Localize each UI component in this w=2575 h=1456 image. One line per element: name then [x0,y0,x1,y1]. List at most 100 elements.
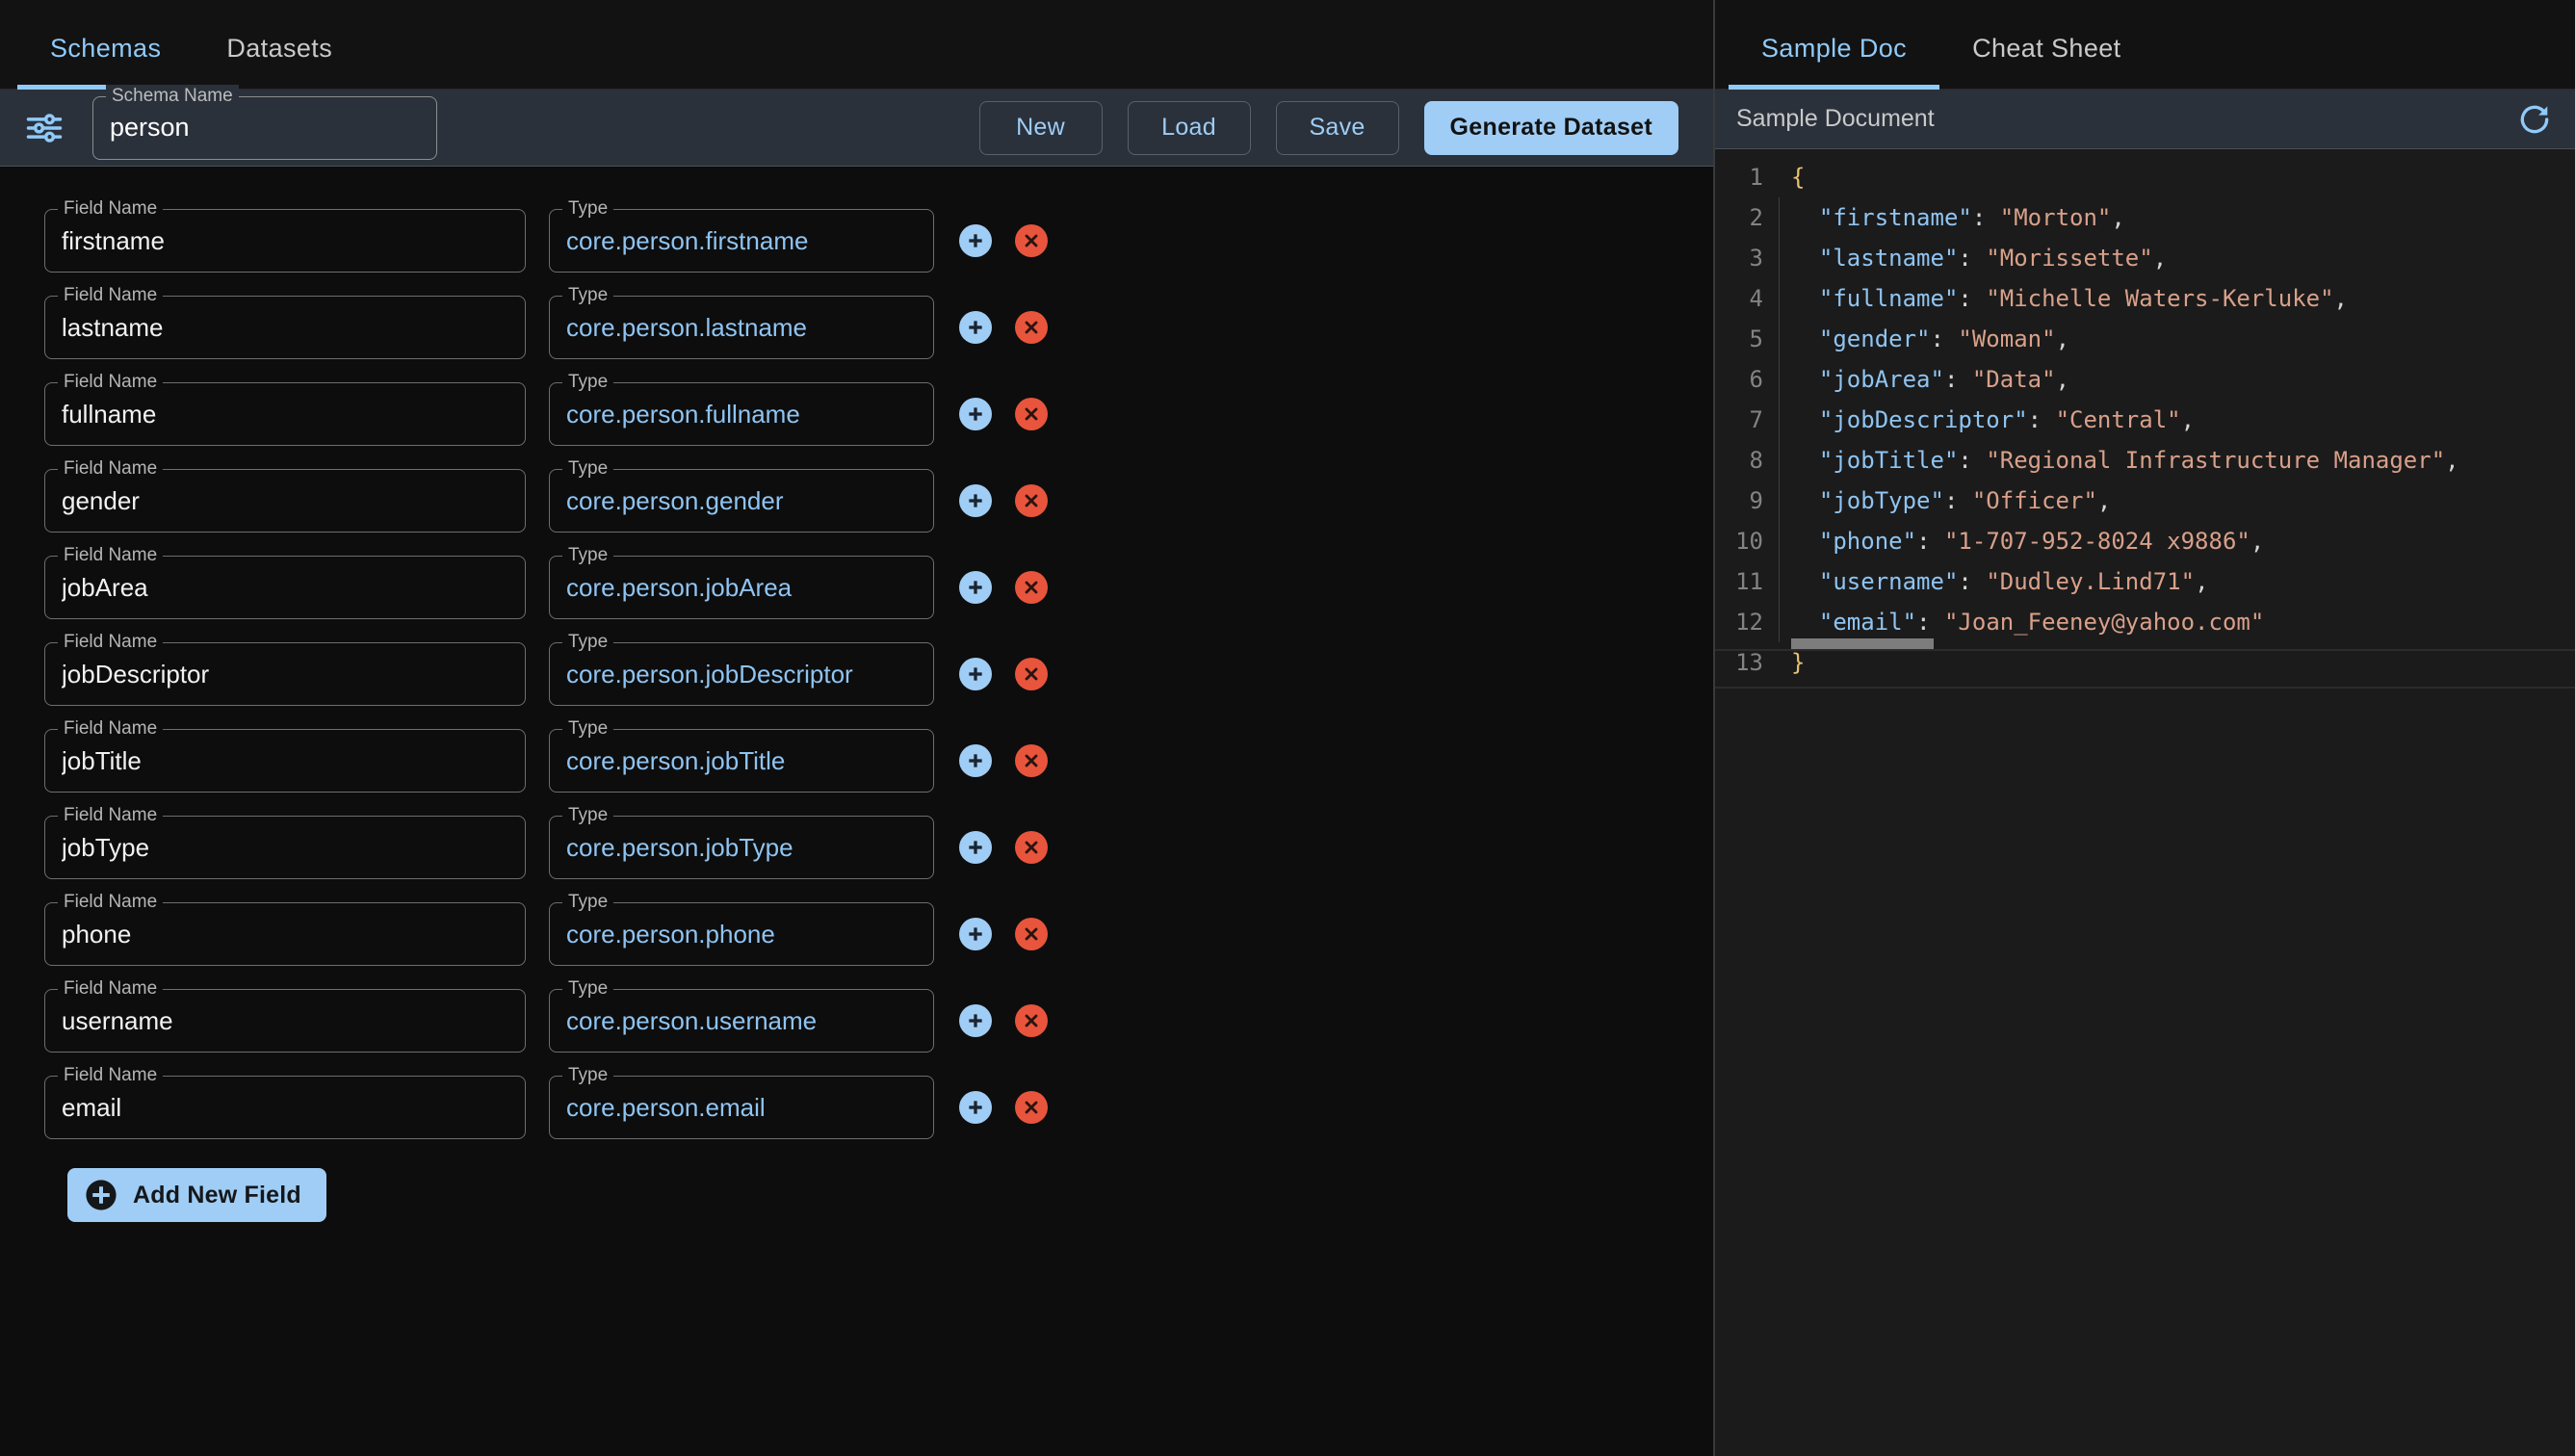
code-token: } [1791,649,1806,676]
field-name-input[interactable] [44,729,526,793]
field-name-input[interactable] [44,642,526,706]
field-type-input[interactable] [549,469,934,533]
add-field-button[interactable] [959,311,992,344]
add-field-button[interactable] [959,224,992,257]
field-name-field: Field Name [44,717,526,793]
code-token: "1-707-952-8024 x9886" [1943,528,2250,555]
add-field-button[interactable] [959,918,992,950]
close-icon [1022,924,1041,944]
field-name-input[interactable] [44,469,526,533]
code-token: : [1958,568,1987,595]
remove-field-button[interactable] [1015,398,1048,430]
add-field-button[interactable] [959,658,992,690]
field-row: Field Name Type [0,977,1713,1064]
line-number: 4 [1749,285,1763,312]
add-field-button[interactable] [959,571,992,604]
add-new-field-button[interactable]: Add New Field [67,1168,326,1222]
plus-icon [966,664,985,684]
tab-schemas[interactable]: Schemas [17,34,195,90]
field-type-input[interactable] [549,729,934,793]
field-name-input[interactable] [44,1076,526,1139]
field-type-input[interactable] [549,816,934,879]
close-icon [1022,1011,1041,1030]
refresh-icon[interactable] [2515,100,2554,139]
line-number: 11 [1735,568,1763,595]
field-name-field: Field Name [44,197,526,273]
remove-field-button[interactable] [1015,1004,1048,1037]
field-type-input[interactable] [549,556,934,619]
field-name-input[interactable] [44,382,526,446]
remove-field-button[interactable] [1015,224,1048,257]
code-line-text: "jobArea": "Data", [1779,359,2575,400]
field-name-field: Field Name [44,544,526,619]
remove-field-button[interactable] [1015,658,1048,690]
code-token: : [2027,406,2056,433]
new-button[interactable]: New [978,100,1103,155]
tune-icon[interactable] [13,97,75,159]
field-type-field: Type [549,717,934,793]
schema-name-input[interactable] [92,95,437,160]
add-field-button[interactable] [959,398,992,430]
field-type-field: Type [549,457,934,533]
json-code-viewer[interactable]: 1{2 "firstname": "Morton", 3 "lastname": … [1715,149,2575,1456]
code-bottom-edge [1715,687,2575,689]
field-type-input[interactable] [549,296,934,359]
tab-sample-doc-label: Sample Doc [1761,34,1908,63]
field-type-input[interactable] [549,382,934,446]
remove-field-button[interactable] [1015,571,1048,604]
scrollbar-thumb[interactable] [1791,638,1934,649]
line-number: 7 [1749,406,1763,433]
code-line-text: "jobDescriptor": "Central", [1779,400,2575,440]
remove-field-button[interactable] [1015,744,1048,777]
code-token: "firstname" [1818,204,1972,231]
code-line: 1{ [1715,157,2575,197]
field-type-input[interactable] [549,209,934,273]
field-name-input[interactable] [44,556,526,619]
code-token: , [2152,245,2168,272]
remove-field-button[interactable] [1015,1091,1048,1124]
tab-sample-doc[interactable]: Sample Doc [1729,34,1940,90]
plus-icon [966,1011,985,1030]
sample-document-title: Sample Document [1736,105,1935,132]
code-token: , [2055,325,2070,352]
tab-datasets-label: Datasets [226,34,333,63]
tab-datasets[interactable]: Datasets [194,34,365,89]
code-token: "jobDescriptor" [1818,406,2028,433]
field-name-input[interactable] [44,209,526,273]
generate-dataset-button[interactable]: Generate Dataset [1423,100,1678,155]
tab-cheat-sheet[interactable]: Cheat Sheet [1939,34,2154,89]
field-type-input[interactable] [549,1076,934,1139]
add-field-button[interactable] [959,484,992,517]
code-token: , [2180,406,2196,433]
close-icon [1022,664,1041,684]
field-name-input[interactable] [44,296,526,359]
field-name-input[interactable] [44,902,526,966]
save-button[interactable]: Save [1275,100,1399,155]
remove-field-button[interactable] [1015,484,1048,517]
add-field-button[interactable] [959,1004,992,1037]
add-field-button[interactable] [959,1091,992,1124]
code-token: "jobArea" [1818,366,1944,393]
plus-icon [966,924,985,944]
field-type-input[interactable] [549,989,934,1053]
field-type-field: Type [549,284,934,359]
remove-field-button[interactable] [1015,918,1048,950]
field-type-input[interactable] [549,902,934,966]
remove-field-button[interactable] [1015,831,1048,864]
remove-field-button[interactable] [1015,311,1048,344]
field-type-input[interactable] [549,642,934,706]
field-name-input[interactable] [44,989,526,1053]
field-name-field: Field Name [44,977,526,1053]
load-button[interactable]: Load [1127,100,1251,155]
field-name-input[interactable] [44,816,526,879]
code-bottom-edge [1715,649,2575,651]
app-root: Schemas Datasets Schema Name New [0,0,2575,1456]
panel-divider [1713,0,1715,1456]
add-new-field-label: Add New Field [133,1181,301,1209]
close-icon [1022,491,1041,510]
add-field-button[interactable] [959,831,992,864]
add-field-button[interactable] [959,744,992,777]
